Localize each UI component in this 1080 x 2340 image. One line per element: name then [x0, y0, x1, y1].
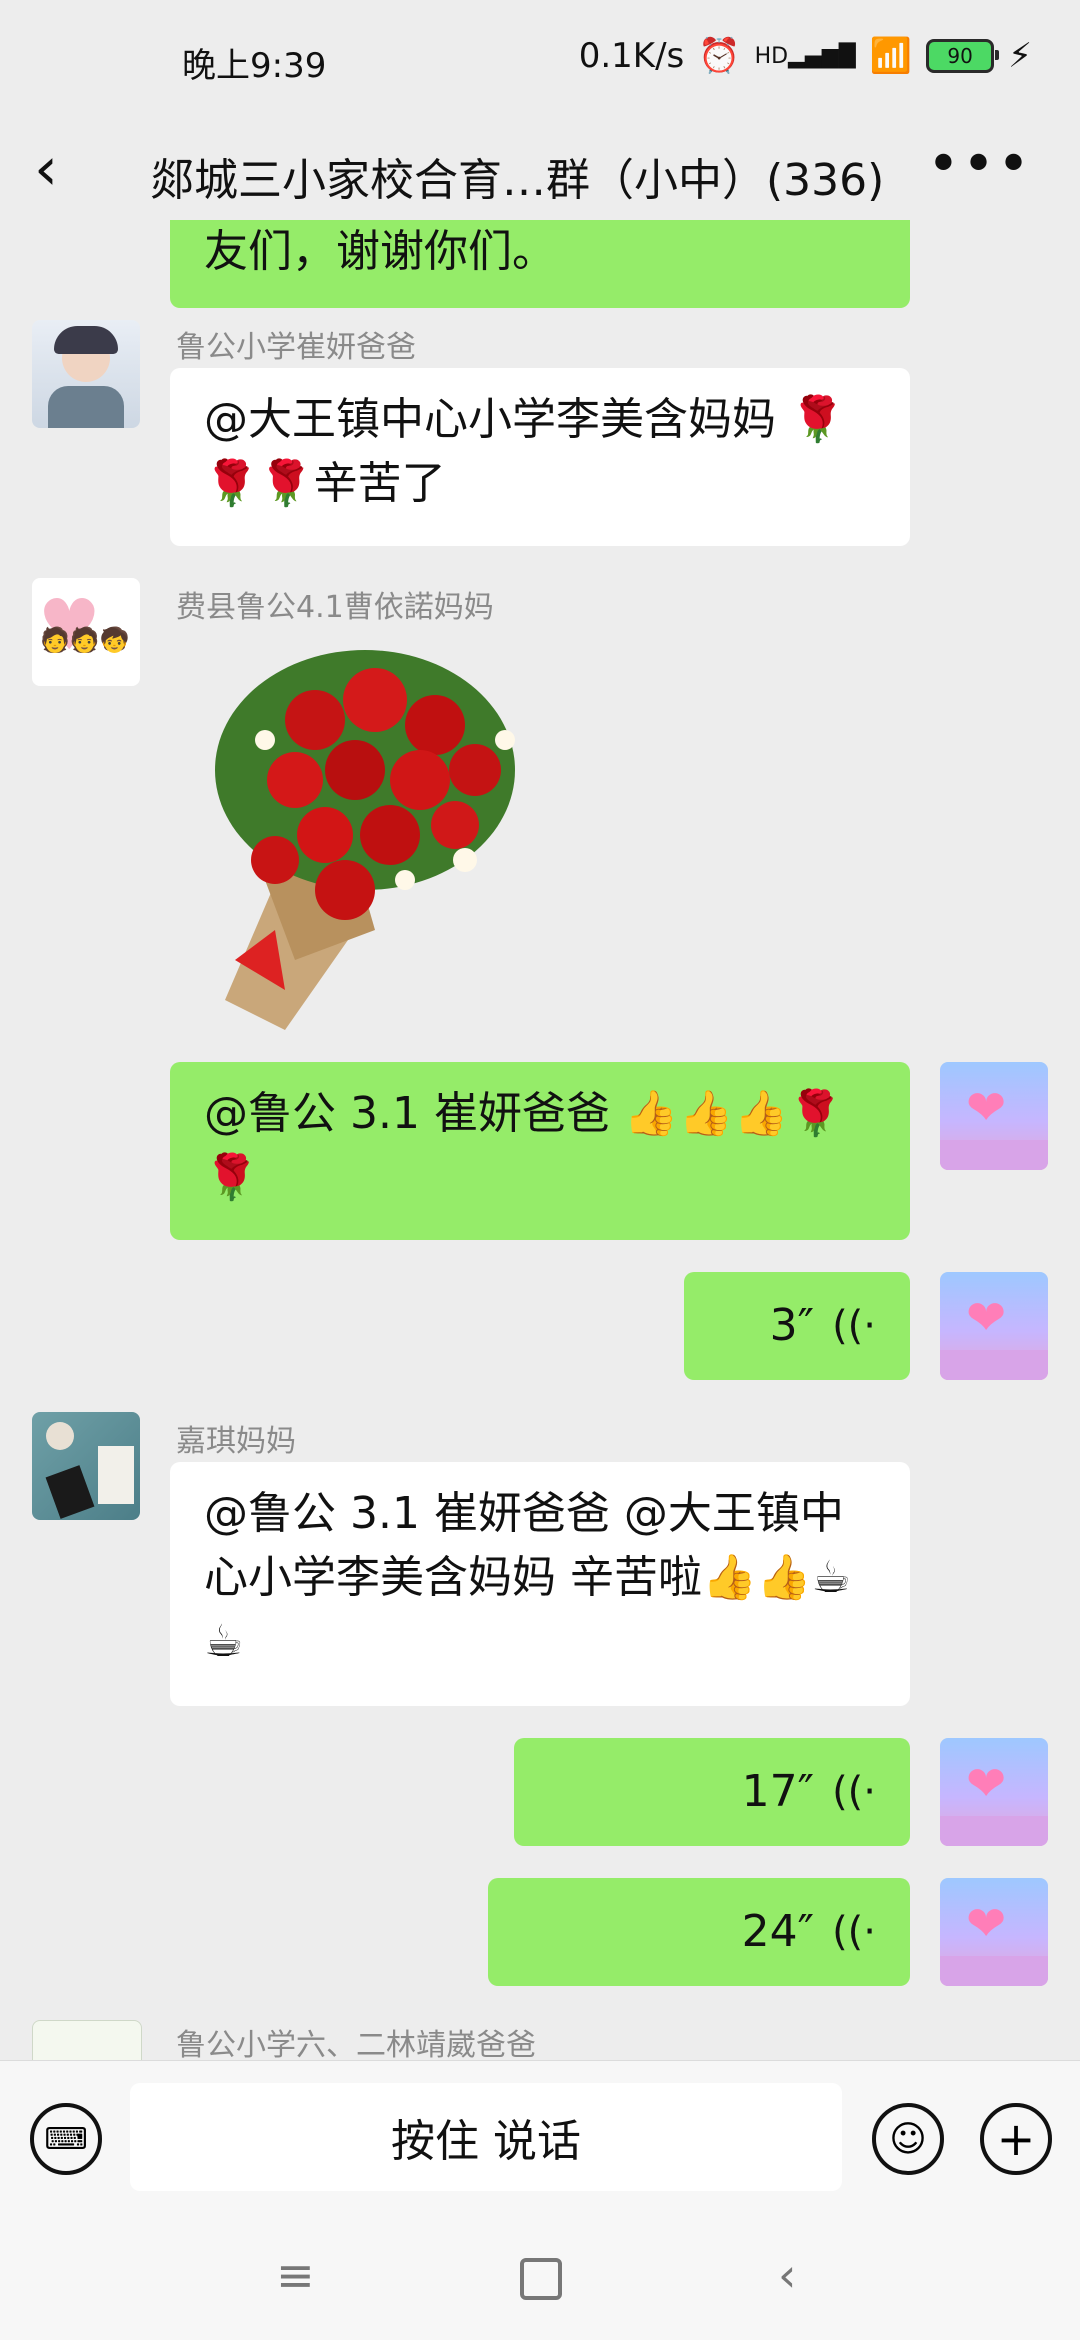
status-time: 晚上9:39: [182, 46, 327, 86]
alarm-icon: ⏰: [698, 36, 741, 76]
charging-icon: ⚡: [1008, 36, 1032, 76]
avatar[interactable]: [32, 320, 140, 428]
menu-icon[interactable]: ≡: [276, 2248, 315, 2302]
emoji-icon[interactable]: ☺: [872, 2103, 944, 2175]
wifi-icon: 📶: [869, 36, 913, 76]
status-bar: 晚上9:39 0.1K/s ⏰ HD▂▄▆█ 📶 90 ⚡: [0, 0, 1080, 120]
voice-message[interactable]: 3″ ((·: [684, 1272, 910, 1380]
hold-to-talk-button[interactable]: 按住 说话: [130, 2083, 842, 2191]
avatar[interactable]: [32, 1412, 140, 1520]
status-right: 0.1K/s ⏰ HD▂▄▆█ 📶 90 ⚡: [579, 36, 1032, 76]
voice-message[interactable]: 17″ ((·: [514, 1738, 910, 1846]
message-bubble[interactable]: @鲁公 3.1 崔妍爸爸 👍👍👍🌹🌹: [170, 1062, 910, 1240]
sender-name: 鲁公小学六、二林靖崴爸爸: [176, 2028, 536, 2060]
plus-icon[interactable]: +: [980, 2103, 1052, 2175]
chat-title: 郯城三小家校合育…群（小中）(336): [150, 155, 885, 206]
system-nav-bar: ≡ ‹: [0, 2210, 1080, 2340]
signal-icon: HD▂▄▆█: [754, 43, 856, 69]
avatar[interactable]: [940, 1272, 1048, 1380]
back-nav-icon[interactable]: ‹: [778, 2248, 796, 2302]
message-bubble[interactable]: 友们，谢谢你们。: [170, 220, 910, 308]
avatar[interactable]: ♥ 🧑🧑🧒: [32, 578, 140, 686]
message-bubble[interactable]: @大王镇中心小学李美含妈妈 🌹🌹🌹辛苦了: [170, 368, 910, 546]
chat-header: ‹ 郯城三小家校合育…群（小中）(336) •••: [0, 120, 1080, 220]
voice-wave-icon: ((·: [832, 1909, 876, 1955]
input-bar: ⌨ 按住 说话 ☺ +: [0, 2060, 1080, 2211]
sender-name: 嘉琪妈妈: [176, 1424, 296, 1459]
voice-message[interactable]: 24″ ((·: [488, 1878, 910, 1986]
home-icon[interactable]: [520, 2258, 562, 2300]
more-dots-icon[interactable]: •••: [927, 132, 1032, 197]
chevron-left-icon[interactable]: ‹: [34, 134, 58, 204]
message-bubble[interactable]: @鲁公 3.1 崔妍爸爸 @大王镇中心小学李美含妈妈 辛苦啦👍👍☕☕: [170, 1462, 910, 1706]
voice-wave-icon: ((·: [832, 1769, 876, 1815]
keyboard-icon[interactable]: ⌨: [30, 2103, 102, 2175]
avatar[interactable]: [32, 2020, 142, 2060]
avatar[interactable]: [940, 1062, 1048, 1170]
battery-icon: 90: [926, 39, 1000, 73]
sender-name: 鲁公小学崔妍爸爸: [176, 330, 416, 365]
avatar[interactable]: [940, 1738, 1048, 1846]
avatar[interactable]: [940, 1878, 1048, 1986]
sender-name: 费县鲁公4.1曹依諾妈妈: [176, 590, 494, 625]
rose-bouquet-image[interactable]: [205, 630, 565, 1030]
network-speed: 0.1K/s: [578, 36, 685, 76]
voice-wave-icon: ((·: [832, 1303, 876, 1349]
message-list[interactable]: 友们，谢谢你们。 鲁公小学崔妍爸爸 @大王镇中心小学李美含妈妈 🌹🌹🌹辛苦了 ♥…: [0, 220, 1080, 2060]
